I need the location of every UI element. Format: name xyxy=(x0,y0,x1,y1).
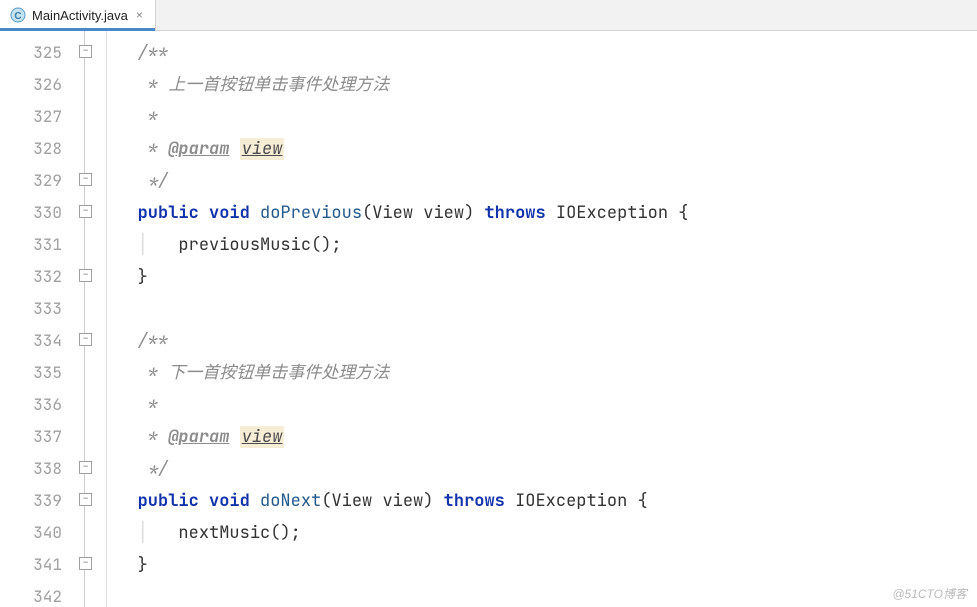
code-line[interactable]: * 上一首按钮单击事件处理方法 xyxy=(107,69,977,101)
line-number: 331 xyxy=(0,229,70,261)
code-line[interactable]: │ nextMusic(); xyxy=(107,517,977,549)
fold-icon[interactable]: − xyxy=(79,269,92,282)
line-number: 333 xyxy=(0,293,70,325)
fold-guide-line xyxy=(84,31,85,607)
svg-text:C: C xyxy=(14,11,21,22)
code-editor[interactable]: 3253263273283293303313323333343353363373… xyxy=(0,31,977,607)
java-class-icon: C xyxy=(10,7,26,23)
fold-icon[interactable]: − xyxy=(79,173,92,186)
tab-filename: MainActivity.java xyxy=(32,8,128,23)
line-number: 328 xyxy=(0,133,70,165)
code-line[interactable]: * @param view xyxy=(107,421,977,453)
line-number: 341 xyxy=(0,549,70,581)
line-number: 337 xyxy=(0,421,70,453)
line-number: 338 xyxy=(0,453,70,485)
code-line[interactable]: public void doNext(View view) throws IOE… xyxy=(107,485,977,517)
code-line[interactable]: * xyxy=(107,101,977,133)
line-number: 339 xyxy=(0,485,70,517)
code-line[interactable] xyxy=(107,581,977,607)
line-number: 340 xyxy=(0,517,70,549)
line-number: 335 xyxy=(0,357,70,389)
line-number: 326 xyxy=(0,69,70,101)
code-area[interactable]: /** * 上一首按钮单击事件处理方法 * * @param view */ p… xyxy=(107,31,977,607)
code-line[interactable]: } xyxy=(107,261,977,293)
line-number: 329 xyxy=(0,165,70,197)
code-line[interactable]: * xyxy=(107,389,977,421)
line-number: 330 xyxy=(0,197,70,229)
fold-gutter: − − − − − − − − xyxy=(70,31,107,607)
line-number: 327 xyxy=(0,101,70,133)
code-line[interactable]: /** xyxy=(107,37,977,69)
code-line[interactable]: /** xyxy=(107,325,977,357)
code-line[interactable]: */ xyxy=(107,453,977,485)
fold-icon[interactable]: − xyxy=(79,461,92,474)
line-number: 325 xyxy=(0,37,70,69)
tab-bar: C MainActivity.java × xyxy=(0,0,977,31)
code-line[interactable]: │ previousMusic(); xyxy=(107,229,977,261)
line-number: 334 xyxy=(0,325,70,357)
fold-icon[interactable]: − xyxy=(79,493,92,506)
code-line[interactable]: * @param view xyxy=(107,133,977,165)
fold-icon[interactable]: − xyxy=(79,333,92,346)
tab-mainactivity[interactable]: C MainActivity.java × xyxy=(0,0,156,30)
code-line[interactable]: */ xyxy=(107,165,977,197)
line-number: 336 xyxy=(0,389,70,421)
code-line[interactable]: * 下一首按钮单击事件处理方法 xyxy=(107,357,977,389)
watermark: @51CTO博客 xyxy=(892,585,967,602)
code-line[interactable]: public void doPrevious(View view) throws… xyxy=(107,197,977,229)
fold-icon[interactable]: − xyxy=(79,45,92,58)
fold-icon[interactable]: − xyxy=(79,205,92,218)
code-line[interactable] xyxy=(107,293,977,325)
code-line[interactable]: } xyxy=(107,549,977,581)
fold-icon[interactable]: − xyxy=(79,557,92,570)
line-number: 342 xyxy=(0,581,70,607)
line-number: 332 xyxy=(0,261,70,293)
close-icon[interactable]: × xyxy=(134,8,145,22)
line-number-gutter: 3253263273283293303313323333343353363373… xyxy=(0,31,70,607)
